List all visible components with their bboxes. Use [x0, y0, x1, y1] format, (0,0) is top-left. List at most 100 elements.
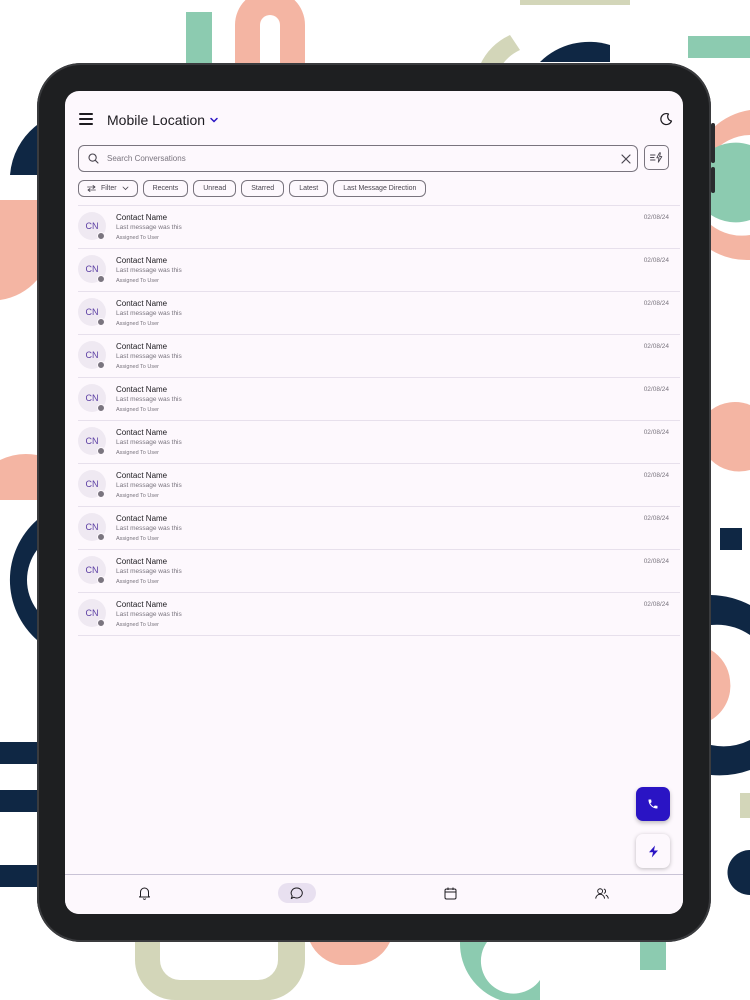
assigned-user: Assigned To User — [116, 407, 160, 413]
conversation-row[interactable]: CN Contact Name Last message was this As… — [78, 593, 680, 636]
filter-flash-button[interactable] — [644, 145, 669, 170]
last-message: Last message was this — [116, 310, 182, 317]
filter-flash-icon — [650, 152, 663, 163]
chat-bubble-icon — [290, 887, 303, 899]
message-date: 02/08/24 — [643, 601, 669, 608]
contact-name: Contact Name — [116, 600, 168, 609]
search-input[interactable] — [105, 147, 621, 170]
avatar-initials: CN — [85, 350, 99, 360]
assigned-user: Assigned To User — [116, 622, 160, 628]
avatar-initials: CN — [85, 221, 99, 231]
contact-name: Contact Name — [116, 342, 168, 351]
bottom-navigation — [65, 874, 683, 914]
avatar-initials: CN — [85, 479, 99, 489]
channel-status-dot — [97, 404, 105, 412]
call-button[interactable] — [636, 787, 670, 821]
message-date: 02/08/24 — [643, 214, 669, 221]
chip-label: Recents — [152, 185, 179, 192]
chip-label: Starred — [251, 185, 275, 192]
last-message: Last message was this — [116, 224, 182, 231]
conversation-row[interactable]: CN Contact Name Last message was this As… — [78, 507, 680, 550]
contact-name: Contact Name — [116, 299, 168, 308]
message-date: 02/08/24 — [643, 472, 669, 479]
message-date: 02/08/24 — [643, 300, 669, 307]
swap-icon — [87, 185, 96, 192]
conversation-row[interactable]: CN Contact Name Last message was this As… — [78, 378, 680, 421]
last-message: Last message was this — [116, 353, 182, 360]
page-title: Mobile Location — [107, 112, 206, 128]
conversation-row[interactable]: CN Contact Name Last message was this As… — [78, 206, 680, 249]
avatar-initials: CN — [85, 307, 99, 317]
message-date: 02/08/24 — [643, 429, 669, 436]
avatar-initials: CN — [85, 436, 99, 446]
assigned-user: Assigned To User — [116, 493, 160, 499]
channel-status-dot — [97, 619, 105, 627]
hamburger-menu-icon[interactable] — [79, 113, 93, 125]
channel-status-dot — [97, 232, 105, 240]
assigned-user: Assigned To User — [116, 321, 160, 327]
channel-status-dot — [97, 318, 105, 326]
contact-name: Contact Name — [116, 471, 168, 480]
contact-name: Contact Name — [116, 514, 168, 523]
chip-unread[interactable]: Unread — [193, 180, 237, 197]
assigned-user: Assigned To User — [116, 364, 160, 370]
conversation-row[interactable]: CN Contact Name Last message was this As… — [78, 335, 680, 378]
channel-status-dot — [97, 533, 105, 541]
chip-starred[interactable]: Starred — [241, 180, 285, 197]
moon-icon[interactable] — [659, 112, 673, 126]
phone-icon — [648, 799, 658, 809]
chip-latest[interactable]: Latest — [289, 180, 329, 197]
nav-conversations[interactable] — [278, 883, 316, 903]
assigned-user: Assigned To User — [116, 536, 160, 542]
contact-name: Contact Name — [116, 213, 168, 222]
avatar-initials: CN — [85, 393, 99, 403]
assigned-user: Assigned To User — [116, 278, 160, 284]
tablet-frame: Mobile Location Search Conversations Fil… — [37, 63, 715, 942]
nav-contacts[interactable] — [595, 883, 609, 903]
assigned-user: Assigned To User — [116, 450, 160, 456]
nav-notifications[interactable] — [137, 883, 151, 903]
assigned-user: Assigned To User — [116, 579, 160, 585]
conversation-row[interactable]: CN Contact Name Last message was this As… — [78, 550, 680, 593]
message-date: 02/08/24 — [643, 558, 669, 565]
power-button — [711, 167, 715, 193]
avatar-initials: CN — [85, 522, 99, 532]
contacts-icon — [595, 887, 609, 899]
volume-button — [711, 123, 715, 163]
conversation-row[interactable]: CN Contact Name Last message was this As… — [78, 464, 680, 507]
close-icon[interactable] — [621, 153, 631, 164]
avatar-initials: CN — [85, 264, 99, 274]
avatar-initials: CN — [85, 565, 99, 575]
conversation-row[interactable]: CN Contact Name Last message was this As… — [78, 249, 680, 292]
chip-label: Latest — [299, 185, 319, 192]
contact-name: Contact Name — [116, 557, 168, 566]
nav-calendar[interactable] — [443, 883, 457, 903]
lightning-icon — [648, 845, 658, 857]
chevron-down-icon — [122, 186, 128, 191]
chip-last-message-direction[interactable]: Last Message Direction — [333, 180, 427, 197]
channel-status-dot — [97, 576, 105, 584]
chip-recents[interactable]: Recents — [142, 180, 189, 197]
channel-status-dot — [97, 490, 105, 498]
channel-status-dot — [97, 361, 105, 369]
last-message: Last message was this — [116, 396, 182, 403]
last-message: Last message was this — [116, 611, 182, 618]
avatar-initials: CN — [85, 608, 99, 618]
chip-label: Unread — [203, 185, 227, 192]
last-message: Last message was this — [116, 267, 182, 274]
last-message: Last message was this — [116, 568, 182, 575]
bell-icon — [138, 887, 150, 900]
chevron-down-icon — [210, 117, 218, 123]
message-date: 02/08/24 — [643, 386, 669, 393]
quick-actions-button[interactable] — [636, 834, 670, 868]
channel-status-dot — [97, 447, 105, 455]
conversation-list: CN Contact Name Last message was this As… — [78, 205, 680, 636]
filter-chips: Filter Recents Unread Starred Latest Las… — [78, 180, 427, 197]
contact-name: Contact Name — [116, 428, 168, 437]
assigned-user: Assigned To User — [116, 235, 160, 241]
filter-dropdown-chip[interactable]: Filter — [78, 180, 138, 197]
last-message: Last message was this — [116, 525, 182, 532]
conversation-row[interactable]: CN Contact Name Last message was this As… — [78, 292, 680, 335]
location-selector[interactable]: Mobile Location — [107, 112, 219, 128]
conversation-row[interactable]: CN Contact Name Last message was this As… — [78, 421, 680, 464]
